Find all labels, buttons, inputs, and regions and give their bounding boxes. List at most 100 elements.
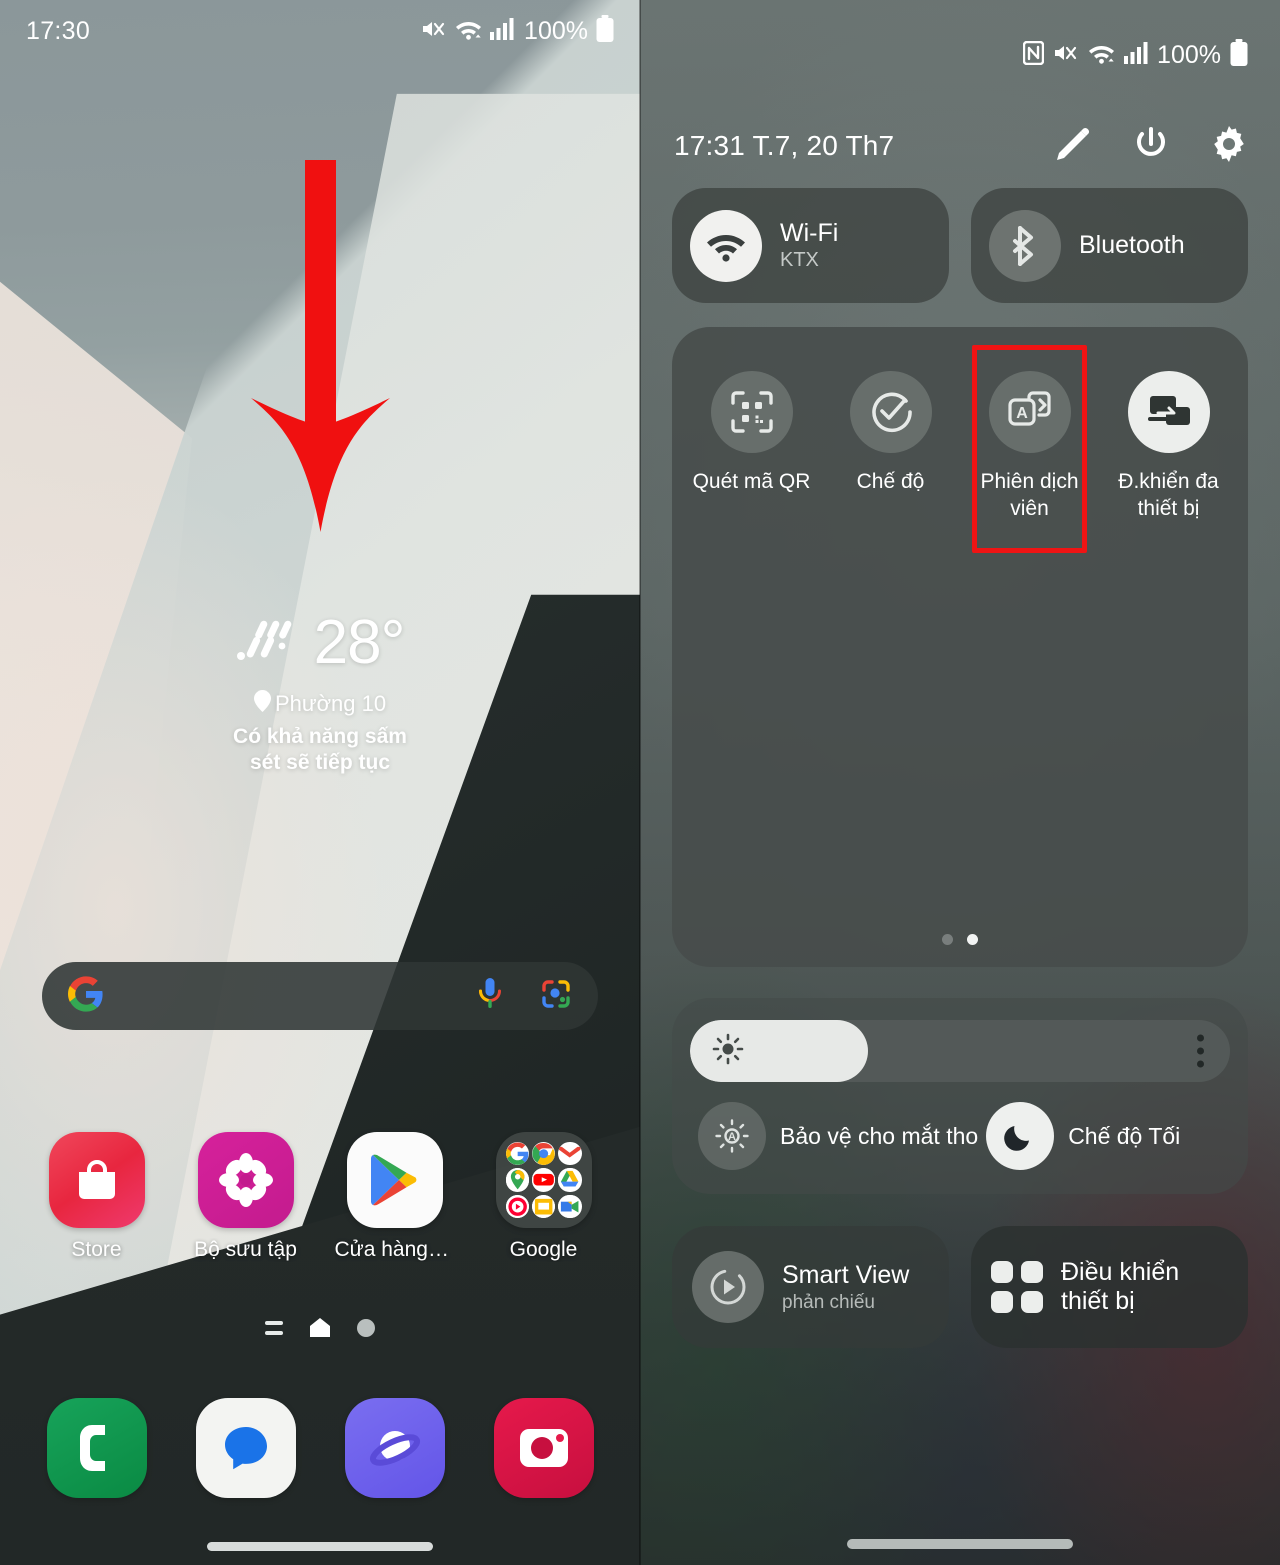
page-dot-active-icon[interactable] <box>967 934 978 945</box>
bluetooth-tile-text: Bluetooth <box>1079 231 1185 260</box>
folder-app-grid <box>503 1139 585 1221</box>
youtube-mini-icon <box>531 1168 556 1192</box>
home-icon[interactable] <box>310 1318 330 1337</box>
device-control-tile[interactable]: Điều khiển thiết bị <box>971 1226 1248 1348</box>
slides-mini-icon <box>531 1194 556 1218</box>
right-gesture-bar[interactable] <box>640 1539 1280 1549</box>
dock-app-internet[interactable] <box>335 1398 455 1498</box>
bottom-tiles-row: Smart View phản chiếu Điều khiển thiết b… <box>672 1226 1248 1348</box>
smart-view-subtitle: phản chiếu <box>782 1291 875 1313</box>
mute-icon <box>421 17 447 46</box>
messages-icon <box>195 1398 296 1498</box>
quick-panel-page-dots <box>672 934 1248 945</box>
multi-device-control-icon <box>1127 371 1210 453</box>
google-folder-icon <box>495 1132 592 1228</box>
gmail-mini-icon <box>558 1142 582 1166</box>
modes-check-icon <box>849 371 932 453</box>
smart-view-tile[interactable]: Smart View phản chiếu <box>672 1226 949 1348</box>
weather-temperature: 28° <box>313 608 406 677</box>
wifi-tile-title: Wi-Fi <box>780 218 839 247</box>
dark-mode-option[interactable]: Chế độ Tối <box>978 1102 1230 1170</box>
weather-description: Có khả năng sấm sét sẽ tiếp tục <box>0 724 640 777</box>
gallery-icon <box>197 1132 294 1228</box>
dock-app-phone[interactable] <box>37 1398 157 1498</box>
eye-comfort-icon: A <box>698 1102 766 1170</box>
play-store-icon <box>346 1132 443 1228</box>
connectivity-tiles: Wi-Fi KTX Bluetooth <box>672 188 1248 303</box>
home-dock <box>0 1398 640 1498</box>
wifi-icon <box>1088 42 1115 69</box>
signal-icon <box>1124 41 1148 69</box>
device-control-grid-icon <box>991 1261 1043 1313</box>
power-icon[interactable] <box>1132 125 1170 168</box>
wifi-icon <box>455 18 482 45</box>
left-status-bar: 17:30 100% <box>0 0 640 62</box>
dock-app-camera[interactable] <box>484 1398 604 1498</box>
app-google-folder[interactable]: Google <box>484 1132 604 1262</box>
moon-icon <box>986 1102 1055 1170</box>
tile-label-line-2: viên <box>1010 496 1049 520</box>
display-options-row: A Bảo vệ cho mắt tho Chế độ Tối <box>690 1102 1230 1170</box>
app-list-icon[interactable] <box>265 1320 283 1335</box>
microphone-icon[interactable] <box>476 977 504 1016</box>
nfc-icon <box>1022 40 1045 70</box>
google-mini-icon <box>505 1142 529 1166</box>
right-battery-percent: 100% <box>1157 40 1221 69</box>
smart-view-title: Smart View <box>782 1260 910 1289</box>
tile-dkhien-da-thiet-bi[interactable]: Đ.khiển đa thiết bị <box>1099 371 1238 523</box>
tile-quet-ma-qr[interactable]: Quét mã QR <box>682 371 821 523</box>
right-status-icons: 100% <box>1022 39 1248 71</box>
bluetooth-tile[interactable]: Bluetooth <box>971 188 1248 303</box>
search-bar-actions <box>476 977 572 1016</box>
app-play-store[interactable]: Cửa hàng Play <box>335 1132 455 1262</box>
more-vertical-icon[interactable] <box>1197 1034 1204 1068</box>
pencil-icon[interactable] <box>1054 125 1092 168</box>
quick-settings-grid: Quét mã QR Chế độ A Phiên dịch viên Đ.kh… <box>672 327 1248 967</box>
app-store[interactable]: Store <box>37 1132 157 1262</box>
tile-che-do[interactable]: Chế độ <box>821 371 960 523</box>
left-status-icons: 100% <box>421 15 614 47</box>
app-gallery[interactable]: Bộ sưu tập <box>186 1132 306 1262</box>
wifi-tile[interactable]: Wi-Fi KTX <box>672 188 949 303</box>
chrome-mini-icon <box>531 1142 556 1166</box>
quick-panel-datetime: 17:31 T.7, 20 Th7 <box>674 130 895 161</box>
gear-icon[interactable] <box>1210 125 1248 168</box>
tile-label-line-1: Đ.khiển đa <box>1118 470 1219 493</box>
wifi-tile-subtitle: KTX <box>780 249 819 272</box>
left-status-time: 17:30 <box>26 16 91 45</box>
drive-mini-icon <box>558 1168 582 1192</box>
tile-label-line-2: thiết bị <box>1137 496 1200 520</box>
right-phone-quick-panel: 100% 17:31 T.7, 20 Th7 Wi-Fi KTX Bluetoo… <box>640 0 1280 1565</box>
dock-app-messages[interactable] <box>186 1398 306 1498</box>
weather-widget[interactable]: 28° Phường 10 Có khả năng sấm sét sẽ tiế… <box>0 612 640 777</box>
left-phone-home-screen: 17:30 100% 28° Phường 10 Có khả năng sấm… <box>0 0 640 1565</box>
eye-comfort-label: Bảo vệ cho mắt tho <box>780 1122 979 1149</box>
weather-top-row: 28° <box>0 612 640 674</box>
svg-text:A: A <box>728 1131 736 1143</box>
bluetooth-tile-title: Bluetooth <box>1079 231 1185 260</box>
page-dot-icon[interactable] <box>942 934 953 945</box>
google-search-bar[interactable] <box>42 962 598 1030</box>
dark-mode-label: Chế độ Tối <box>1068 1122 1181 1149</box>
google-lens-icon[interactable] <box>540 978 572 1015</box>
tile-label: Đ.khiển đa thiết bị <box>1099 469 1238 523</box>
battery-icon <box>1230 39 1248 71</box>
brightness-slider[interactable] <box>690 1020 1230 1082</box>
brightness-sun-icon <box>712 1033 744 1070</box>
page-dot-icon[interactable] <box>357 1318 375 1337</box>
left-battery-percent: 100% <box>524 16 588 45</box>
quick-panel-header-actions <box>1054 125 1248 168</box>
app-label: Cửa hàng Play <box>334 1238 455 1261</box>
internet-icon <box>344 1398 445 1498</box>
weather-desc-line-1: Có khả năng sấm <box>233 725 407 748</box>
youtube-music-mini-icon <box>505 1194 529 1218</box>
eye-comfort-shield-option[interactable]: A Bảo vệ cho mắt tho <box>690 1102 978 1170</box>
tile-phien-dich-vien[interactable]: A Phiên dịch viên <box>960 345 1099 553</box>
location-pin-icon <box>253 690 271 718</box>
home-page-indicators <box>0 1318 640 1337</box>
app-label: Google <box>509 1238 578 1261</box>
smart-view-icon <box>692 1251 764 1323</box>
left-gesture-bar[interactable] <box>0 1542 640 1551</box>
home-app-row: Store Bộ sưu tập Cửa hàng Pl Google <box>0 1132 640 1262</box>
device-control-title: Điều khiển thiết bị <box>1061 1258 1180 1315</box>
